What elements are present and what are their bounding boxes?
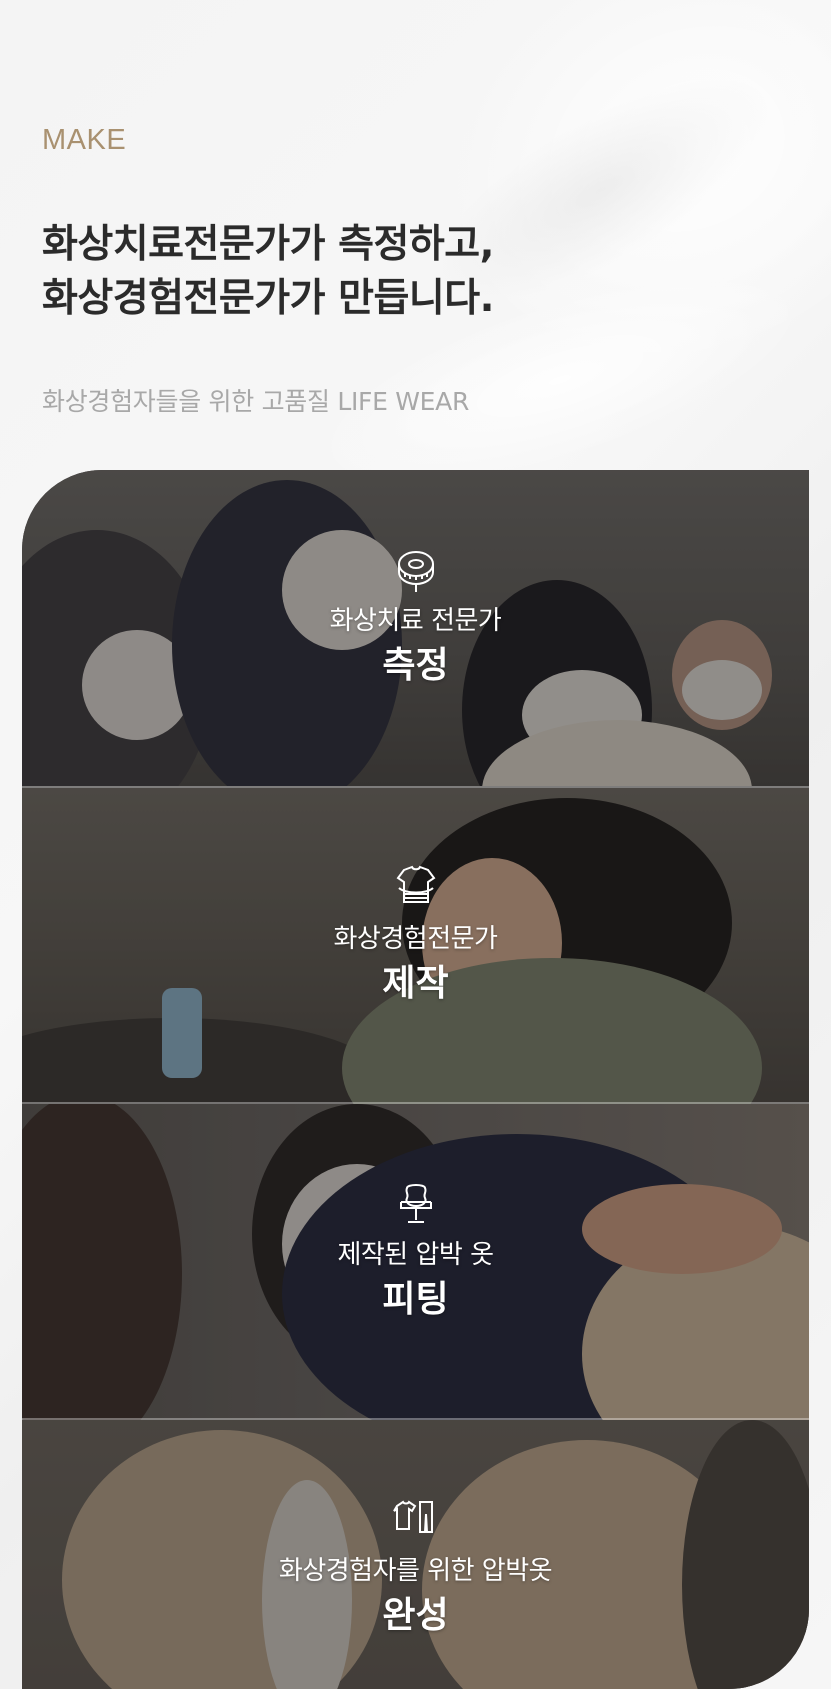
step-title: 측정 bbox=[382, 645, 449, 686]
step-title: 제작 bbox=[382, 963, 449, 1004]
step-content: 화상경험전문가 제작 bbox=[22, 862, 809, 1008]
mannequin-fitting-icon bbox=[399, 1184, 432, 1223]
step-caption: 화상경험전문가 bbox=[333, 924, 498, 954]
step-title: 피팅 bbox=[382, 1279, 449, 1320]
section-headline: 화상치료전문가가 측정하고, 화상경험전문가가 만듭니다. bbox=[42, 218, 494, 326]
garment-making-icon bbox=[396, 865, 435, 903]
section-subtitle: 화상경험자들을 위한 고품질 LIFE WEAR bbox=[42, 387, 470, 416]
step-content: 제작된 압박 옷 피팅 bbox=[22, 1178, 809, 1324]
step-caption: 화상경험자를 위한 압박옷 bbox=[278, 1556, 553, 1586]
step-content: 화상경험자를 위한 압박옷 완성 bbox=[22, 1494, 809, 1640]
section-eyebrow: MAKE bbox=[42, 124, 127, 156]
step-title: 완성 bbox=[382, 1595, 449, 1636]
step-measure-panel: 화상치료 전문가 측정 bbox=[22, 470, 809, 786]
step-caption: 제작된 압박 옷 bbox=[337, 1240, 494, 1270]
measuring-tape-icon bbox=[397, 551, 434, 592]
headline-line-1: 화상치료전문가가 측정하고, bbox=[42, 222, 494, 267]
headline-line-2: 화상경험전문가가 만듭니다. bbox=[42, 276, 494, 321]
step-make-panel: 화상경험전문가 제작 bbox=[22, 786, 809, 1104]
step-fitting-panel: 제작된 압박 옷 피팅 bbox=[22, 1102, 809, 1420]
process-steps-card: 화상치료 전문가 측정 화상경험전문가 제작 제작된 압박 옷 피팅 화상경험자… bbox=[22, 470, 809, 1689]
step-content: 화상치료 전문가 측정 bbox=[22, 544, 809, 690]
step-caption: 화상치료 전문가 bbox=[329, 606, 502, 636]
step-complete-panel: 화상경험자를 위한 압박옷 완성 bbox=[22, 1418, 809, 1689]
finished-clothes-icon bbox=[392, 1500, 433, 1533]
